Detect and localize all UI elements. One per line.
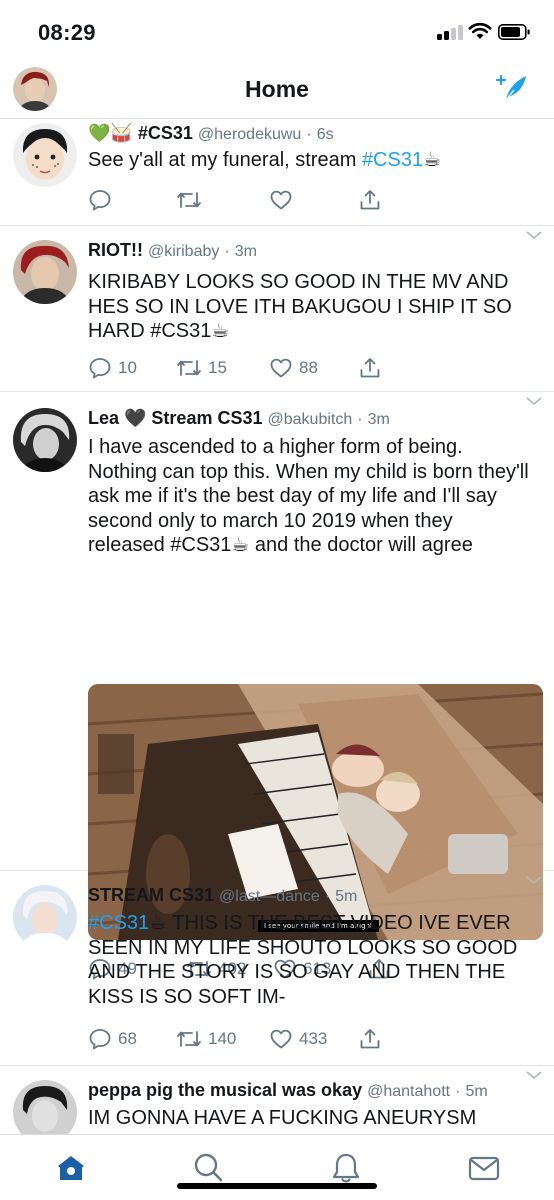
tweet-content: STREAM CS31 @last—dance · 5m #CS31☕ THIS… xyxy=(88,883,532,1009)
tweet-actions xyxy=(88,186,408,214)
display-name[interactable]: RIOT!! xyxy=(88,240,143,260)
retweet-button[interactable]: 15 xyxy=(176,354,227,382)
heart-icon xyxy=(270,358,292,378)
username[interactable]: @kiribaby xyxy=(148,243,219,260)
timestamp: 3m xyxy=(234,243,257,260)
display-name[interactable]: Lea 🖤 Stream CS31 xyxy=(88,408,263,428)
retweet-button[interactable] xyxy=(176,186,208,214)
separator: · xyxy=(306,126,312,143)
heart-icon xyxy=(270,1029,292,1049)
reply-count: 10 xyxy=(118,358,137,377)
mail-icon[interactable] xyxy=(467,1151,501,1185)
separator: · xyxy=(455,1083,461,1100)
avatar[interactable] xyxy=(13,885,77,949)
reply-button[interactable]: 10 xyxy=(88,354,137,382)
username[interactable]: @herodekuwu xyxy=(198,126,301,143)
status-bar: 08:29 xyxy=(0,0,554,62)
home-indicator[interactable] xyxy=(177,1183,377,1189)
separator: · xyxy=(224,243,230,260)
tweet-5[interactable]: peppa pig the musical was okay @hantahot… xyxy=(0,1066,554,1134)
reply-icon xyxy=(89,358,111,379)
reply-icon xyxy=(89,190,111,211)
wifi-icon xyxy=(468,22,492,39)
battery-icon xyxy=(498,24,530,40)
timestamp: 5m xyxy=(335,888,358,905)
like-button[interactable]: 88 xyxy=(269,354,318,382)
share-icon xyxy=(360,1029,380,1049)
share-button[interactable] xyxy=(358,1025,382,1053)
coffee-emoji: ☕ xyxy=(423,149,442,171)
share-icon xyxy=(360,190,380,210)
like-button[interactable]: 433 xyxy=(269,1025,327,1053)
retweet-icon xyxy=(177,360,201,376)
avatar[interactable] xyxy=(13,123,77,187)
timestamp: 5m xyxy=(465,1083,488,1100)
home-icon[interactable] xyxy=(54,1151,88,1185)
reply-button[interactable]: 68 xyxy=(88,1025,137,1053)
emoji: 💚🥁 xyxy=(88,123,133,143)
retweet-count: 15 xyxy=(208,358,227,377)
display-name[interactable]: #CS31 xyxy=(138,123,193,143)
tweet-3[interactable]: Lea 🖤 Stream CS31 @bakubitch · 3m I have… xyxy=(0,392,554,980)
separator: · xyxy=(324,888,331,905)
tweet-text: See y'all at my funeral, stream xyxy=(88,149,362,171)
like-count: 433 xyxy=(299,1029,328,1048)
tweet-content: 💚🥁 #CS31 @herodekuwu · 6s See y'all at m… xyxy=(88,121,532,173)
chevron-down-icon[interactable] xyxy=(526,396,542,406)
reply-count: 68 xyxy=(118,1029,137,1048)
tweet-2[interactable]: RIOT!! @kiribaby · 3m KIRIBABY LOOKS SO … xyxy=(0,226,554,392)
avatar[interactable] xyxy=(13,1080,77,1134)
cellular-signal-icon xyxy=(437,24,463,40)
hashtag-link[interactable]: #CS31 xyxy=(362,149,423,171)
tweet-content: peppa pig the musical was okay @hantahot… xyxy=(88,1078,532,1131)
separator: · xyxy=(357,411,363,428)
retweet-count: 140 xyxy=(208,1029,237,1048)
reply-button[interactable] xyxy=(88,186,118,214)
reply-icon xyxy=(89,1029,111,1050)
retweet-button[interactable]: 140 xyxy=(176,1025,236,1053)
timeline-feed[interactable]: 💚🥁 #CS31 @herodekuwu · 6s See y'all at m… xyxy=(0,119,554,1134)
bell-icon[interactable] xyxy=(329,1151,363,1185)
avatar[interactable] xyxy=(13,408,77,472)
compose-icon[interactable] xyxy=(494,70,530,106)
display-name[interactable]: STREAM CS31 xyxy=(88,885,214,905)
tweet-content: Lea 🖤 Stream CS31 @bakubitch · 3m I have… xyxy=(88,406,532,558)
retweet-icon xyxy=(177,1031,201,1047)
heart-icon xyxy=(270,190,292,210)
search-icon[interactable] xyxy=(191,1151,225,1185)
coffee-emoji: ☕ xyxy=(149,912,168,934)
username[interactable]: @last—dance xyxy=(219,888,320,905)
share-button[interactable] xyxy=(358,354,382,382)
username[interactable]: @bakubitch xyxy=(268,411,353,428)
timestamp: 6s xyxy=(316,126,334,143)
share-button[interactable] xyxy=(358,186,382,214)
status-time: 08:29 xyxy=(38,20,96,45)
bottom-tab-bar xyxy=(0,1134,554,1200)
top-header: Home xyxy=(0,62,554,119)
avatar[interactable] xyxy=(13,240,77,304)
username[interactable]: @hantahott xyxy=(367,1083,450,1100)
tweet-1[interactable]: 💚🥁 #CS31 @herodekuwu · 6s See y'all at m… xyxy=(0,119,554,226)
tweet-actions: 10 15 88 xyxy=(88,354,408,382)
timestamp: 3m xyxy=(367,411,390,428)
tweet-4[interactable]: STREAM CS31 @last—dance · 5m #CS31☕ THIS… xyxy=(0,871,554,1066)
display-name[interactable]: peppa pig the musical was okay xyxy=(88,1080,362,1100)
like-button[interactable] xyxy=(269,186,299,214)
tweet-content: RIOT!! @kiribaby · 3m KIRIBABY LOOKS SO … xyxy=(88,238,532,344)
tweet-text: KIRIBABY LOOKS SO GOOD IN THE MV AND HES… xyxy=(88,271,512,342)
share-icon xyxy=(360,358,380,378)
tweet-text: IM GONNA HAVE A FUCKING ANEURYSM xyxy=(88,1107,477,1129)
tweet-actions: 68 140 433 xyxy=(88,1025,408,1053)
like-count: 88 xyxy=(299,358,318,377)
page-title: Home xyxy=(245,76,309,102)
retweet-icon xyxy=(177,192,201,208)
hashtag-link[interactable]: #CS31 xyxy=(88,912,149,934)
tweet-text: I have ascended to a higher form of bein… xyxy=(88,436,529,556)
